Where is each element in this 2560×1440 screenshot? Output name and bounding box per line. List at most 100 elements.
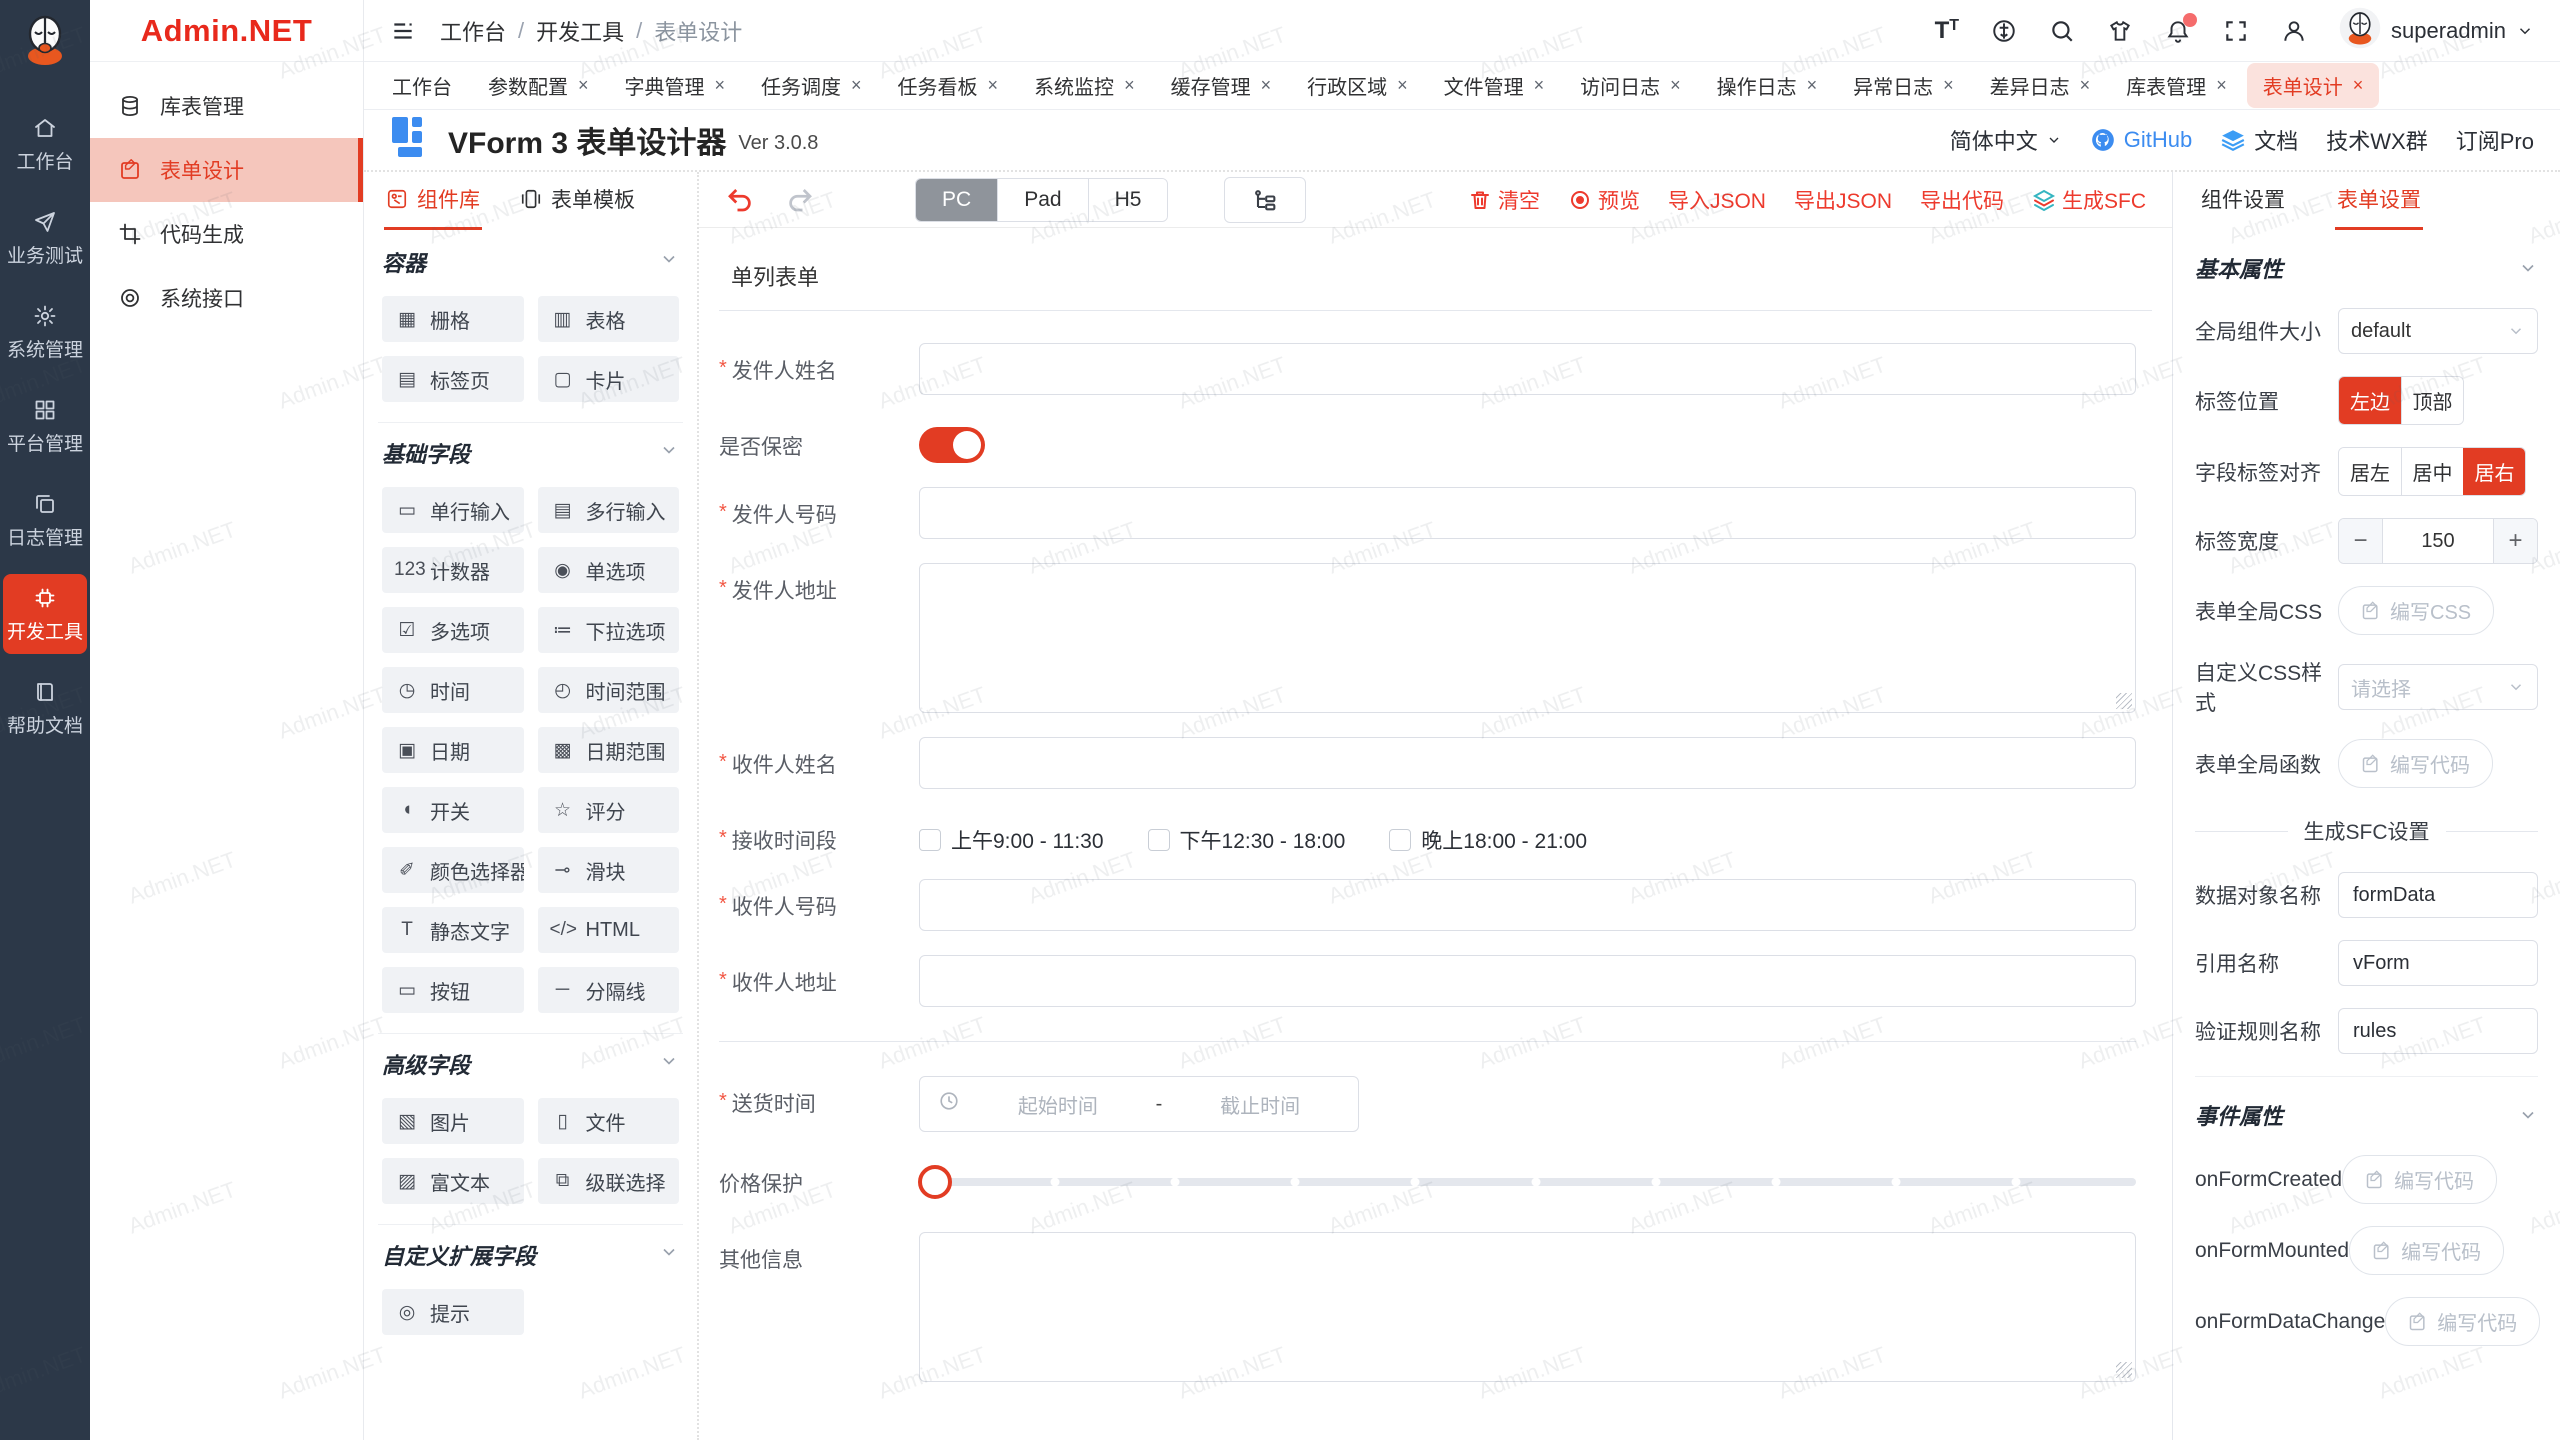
wx-group-link[interactable]: 技术WX群 (2326, 124, 2427, 156)
widget-chip[interactable]: ▦栅格 (382, 296, 524, 342)
widget-chip[interactable]: ⧉级联选择 (538, 1158, 680, 1204)
widget-chip[interactable]: ◎提示 (382, 1289, 524, 1335)
page-tab[interactable]: 系统监控× (1018, 63, 1151, 108)
tab-form-settings[interactable]: 表单设置 (2335, 171, 2423, 230)
widget-chip[interactable]: ≔下拉选项 (538, 607, 680, 653)
form-row-switch[interactable]: 是否保密 (719, 419, 2152, 463)
sidebar-item-api[interactable]: 系统接口 (90, 266, 363, 330)
rail-item-grid[interactable]: 平台管理 (3, 386, 87, 466)
form-row-checkboxes[interactable]: *接收时间段上午9:00 - 11:30下午12:30 - 18:00晚上18:… (719, 813, 2152, 855)
page-tab[interactable]: 访问日志× (1564, 63, 1697, 108)
tab-close-icon[interactable]: × (715, 75, 726, 96)
form-row-input[interactable]: *收件人姓名 (719, 737, 2152, 789)
tab-close-icon[interactable]: × (1124, 75, 1135, 96)
edit-code-button[interactable]: 编写代码 (2349, 1226, 2504, 1275)
form-row-slider[interactable]: 价格保护 (719, 1156, 2152, 1208)
page-tab[interactable]: 库表管理× (2110, 63, 2243, 108)
page-tab[interactable]: 表单设计× (2247, 63, 2380, 108)
tab-close-icon[interactable]: × (1670, 75, 1681, 96)
github-link[interactable]: GitHub (2090, 127, 2192, 153)
label-align-right[interactable]: 居右 (2463, 448, 2525, 495)
tab-close-icon[interactable]: × (1397, 75, 1408, 96)
edit-code-button[interactable]: 编写代码 (2342, 1155, 2497, 1204)
language-icon[interactable] (1991, 18, 2017, 44)
form-divider[interactable] (719, 1041, 2136, 1042)
tab-close-icon[interactable]: × (1943, 75, 1954, 96)
widget-chip[interactable]: ☆评分 (538, 787, 680, 833)
sidebar-item-crop[interactable]: 代码生成 (90, 202, 363, 266)
widget-chip[interactable]: ▧图片 (382, 1098, 524, 1144)
edit-code-button[interactable]: 编写代码 (2338, 739, 2493, 788)
action-导入JSON[interactable]: 导入JSON (1668, 185, 1766, 215)
tab-widget-settings[interactable]: 组件设置 (2199, 171, 2287, 230)
basic-props-section[interactable]: 基本属性 (2195, 252, 2538, 284)
label-width-value[interactable]: 150 (2383, 519, 2493, 563)
widget-chip[interactable]: ▤标签页 (382, 356, 524, 402)
device-pc-button[interactable]: PC (916, 179, 997, 221)
widget-chip[interactable]: ▢卡片 (538, 356, 680, 402)
tab-close-icon[interactable]: × (851, 75, 862, 96)
stepper-decrease-button[interactable]: − (2339, 519, 2383, 563)
widget-chip[interactable]: ▥表格 (538, 296, 680, 342)
action-生成SFC[interactable]: 生成SFC (2032, 185, 2146, 215)
page-tab[interactable]: 参数配置× (472, 63, 605, 108)
rules-name-input[interactable]: rules (2338, 1008, 2538, 1054)
device-h5-button[interactable]: H5 (1088, 179, 1168, 221)
textarea-input[interactable] (919, 563, 2136, 713)
widget-chip[interactable]: ✐颜色选择器 (382, 847, 524, 893)
profile-icon[interactable] (2281, 18, 2307, 44)
device-pad-button[interactable]: Pad (997, 179, 1087, 221)
page-tab[interactable]: 任务看板× (882, 63, 1015, 108)
label-align-left[interactable]: 居左 (2339, 448, 2401, 495)
edit-code-button[interactable]: 编写代码 (2385, 1297, 2540, 1346)
tab-form-templates[interactable]: 表单模板 (518, 171, 637, 230)
widget-chip[interactable]: </>HTML (538, 907, 680, 953)
tab-close-icon[interactable]: × (2216, 75, 2227, 96)
form-row-input[interactable]: *收件人地址 (719, 955, 2152, 1007)
outline-tree-button[interactable] (1224, 177, 1306, 223)
page-tab[interactable]: 行政区域× (1291, 63, 1424, 108)
widget-chip[interactable]: ◷时间 (382, 667, 524, 713)
page-tab[interactable]: 缓存管理× (1155, 63, 1288, 108)
slider[interactable] (919, 1156, 2136, 1208)
widget-chip[interactable]: T静态文字 (382, 907, 524, 953)
resize-grip-icon[interactable] (2116, 693, 2132, 709)
page-tab[interactable]: 工作台 (376, 63, 468, 108)
theme-icon[interactable] (2107, 18, 2133, 44)
widget-section-title[interactable]: 高级字段 (382, 1048, 679, 1080)
page-tab[interactable]: 异常日志× (1837, 63, 1970, 108)
form-canvas[interactable]: 单列表单 *发件人姓名是否保密*发件人号码*发件人地址*收件人姓名*接收时间段上… (699, 228, 2172, 1440)
widget-chip[interactable]: ▯文件 (538, 1098, 680, 1144)
page-tab[interactable]: 文件管理× (1428, 63, 1561, 108)
widget-chip[interactable]: ⊸滑块 (538, 847, 680, 893)
toggle-switch-on[interactable] (919, 427, 985, 463)
page-tab[interactable]: 字典管理× (609, 63, 742, 108)
tab-close-icon[interactable]: × (578, 75, 589, 96)
widget-chip[interactable]: ▭按钮 (382, 967, 524, 1013)
slider-track[interactable] (935, 1178, 2136, 1186)
breadcrumb-item[interactable]: 工作台 (440, 15, 506, 47)
undo-icon[interactable] (725, 185, 755, 215)
global-size-select[interactable]: default (2338, 308, 2538, 354)
widget-chip[interactable]: ▨富文本 (382, 1158, 524, 1204)
label-position-top[interactable]: 顶部 (2401, 377, 2463, 424)
tab-close-icon[interactable]: × (1534, 75, 1545, 96)
tab-close-icon[interactable]: × (1261, 75, 1272, 96)
widget-section-title[interactable]: 自定义扩展字段 (382, 1239, 679, 1271)
widget-chip[interactable]: ▩日期范围 (538, 727, 680, 773)
rail-item-home[interactable]: 工作台 (3, 104, 87, 184)
tab-close-icon[interactable]: × (2080, 75, 2091, 96)
text-input[interactable] (919, 487, 2136, 539)
breadcrumb-item[interactable]: 开发工具 (536, 15, 624, 47)
docs-link[interactable]: 文档 (2220, 124, 2298, 156)
form-row-input[interactable]: *发件人号码 (719, 487, 2152, 539)
form-title[interactable]: 单列表单 (719, 252, 2152, 311)
stepper-increase-button[interactable]: + (2493, 519, 2537, 563)
form-row-textarea2[interactable]: 其他信息 (719, 1232, 2152, 1382)
form-row-input[interactable]: *收件人号码 (719, 879, 2152, 931)
subscribe-pro-link[interactable]: 订阅Pro (2456, 124, 2534, 156)
rail-item-book[interactable]: 帮助文档 (3, 668, 87, 748)
ref-name-input[interactable]: vForm (2338, 940, 2538, 986)
widget-chip[interactable]: ◴时间范围 (538, 667, 680, 713)
search-icon[interactable] (2049, 18, 2075, 44)
